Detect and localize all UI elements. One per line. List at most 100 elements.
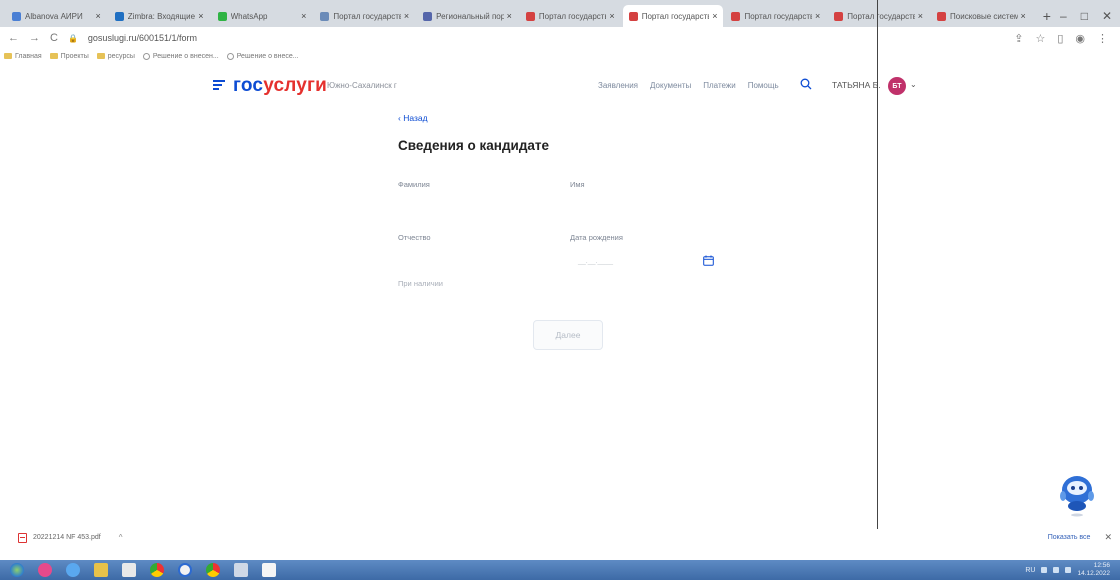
bookmark-item[interactable]: Решение о внесе... bbox=[226, 52, 299, 60]
downloads-shelf: 20221214 NF 453.pdf ^ Показать все ✕ bbox=[0, 529, 1120, 546]
bookmark-label: Главная bbox=[15, 52, 42, 60]
avatar[interactable]: БТ bbox=[888, 77, 906, 95]
tab-title: WhatsApp bbox=[230, 11, 268, 21]
close-icon[interactable]: ✕ bbox=[1104, 532, 1112, 543]
next-button[interactable]: Далее bbox=[533, 320, 603, 350]
browser-tab[interactable]: Портал государствен× bbox=[520, 5, 621, 27]
bookmark-item[interactable]: Решение о внесен... bbox=[142, 52, 219, 60]
share-icon[interactable]: ⇪ bbox=[1014, 32, 1023, 45]
tab-close-icon[interactable]: × bbox=[507, 11, 512, 21]
internet-explorer-icon[interactable] bbox=[66, 563, 80, 577]
tab-favicon-icon bbox=[525, 11, 535, 21]
back-arrow-icon[interactable]: ← bbox=[8, 32, 19, 44]
tab-title: Портал государственн bbox=[333, 11, 401, 21]
tab-close-icon[interactable]: × bbox=[198, 11, 203, 21]
tab-title: Портал государствен bbox=[744, 11, 812, 21]
nav-item-payments[interactable]: Платежи bbox=[703, 81, 735, 90]
tab-favicon-icon bbox=[731, 11, 741, 21]
globe-icon bbox=[142, 52, 150, 60]
browser-tab[interactable]: Портал государственн× bbox=[314, 5, 415, 27]
maximize-icon[interactable]: □ bbox=[1081, 9, 1088, 23]
tab-favicon-icon bbox=[937, 11, 947, 21]
bookmark-label: Решение о внесе... bbox=[236, 52, 299, 60]
page-title: Сведения о кандидате bbox=[398, 138, 550, 153]
sidebar-icon[interactable]: ▯ bbox=[1057, 32, 1063, 45]
app-window-icon[interactable] bbox=[234, 563, 248, 577]
birth-date-input[interactable]: __.__.____ bbox=[578, 258, 613, 265]
bookmark-item[interactable]: Проекты bbox=[49, 53, 89, 60]
site-header: госуслуги Южно-Сахалинск г Заявления Док… bbox=[0, 70, 1120, 100]
scan-line-artifact bbox=[877, 0, 878, 545]
search-icon[interactable] bbox=[800, 78, 812, 90]
main-nav: Заявления Документы Платежи Помощь bbox=[598, 81, 779, 90]
nav-item-applications[interactable]: Заявления bbox=[598, 81, 638, 90]
browser-icon[interactable] bbox=[178, 563, 192, 577]
hamburger-menu-icon[interactable] bbox=[213, 80, 225, 90]
volume-icon[interactable] bbox=[1065, 567, 1072, 573]
download-file-name[interactable]: 20221214 NF 453.pdf bbox=[33, 534, 101, 541]
flag-icon[interactable] bbox=[1053, 567, 1060, 573]
logo-part-gos: гос bbox=[233, 75, 264, 96]
tab-title: Поисковые системы bbox=[950, 11, 1018, 21]
tab-close-icon[interactable]: × bbox=[404, 11, 409, 21]
user-name[interactable]: ТАТЬЯНА Б. bbox=[832, 80, 881, 90]
chrome-icon[interactable] bbox=[150, 563, 164, 577]
browser-tab[interactable]: Albanova АИРИ × bbox=[6, 5, 107, 27]
tab-close-icon[interactable]: × bbox=[1021, 11, 1026, 21]
document-app-icon[interactable] bbox=[262, 563, 276, 577]
nav-item-documents[interactable]: Документы bbox=[650, 81, 691, 90]
network-icon[interactable] bbox=[1041, 567, 1048, 573]
tab-favicon-icon bbox=[217, 11, 227, 21]
profile-icon[interactable]: ◉ bbox=[1075, 32, 1085, 45]
bookmark-label: ресурсы bbox=[107, 52, 135, 60]
bookmarks-bar: Главная Проекты ресурсы Решение о внесен...… bbox=[0, 49, 1120, 63]
close-window-icon[interactable]: ✕ bbox=[1102, 9, 1112, 23]
back-link[interactable]: ‹ Назад bbox=[398, 113, 428, 123]
start-button-icon[interactable] bbox=[10, 563, 24, 577]
clock[interactable]: 12:56 14.12.2022 bbox=[1077, 562, 1110, 578]
browser-tab[interactable]: Региональный портал× bbox=[417, 5, 518, 27]
gosuslugi-logo[interactable]: госуслуги bbox=[233, 75, 327, 97]
show-all-downloads-link[interactable]: Показать все bbox=[1048, 534, 1091, 541]
new-tab-button[interactable]: + bbox=[1038, 7, 1056, 25]
tab-title: Портал государствен bbox=[641, 11, 710, 21]
birth-date-label: Дата рождения bbox=[570, 233, 623, 242]
robot-assistant-icon[interactable] bbox=[1057, 470, 1097, 518]
tab-close-icon[interactable]: × bbox=[96, 11, 101, 21]
nav-item-help[interactable]: Помощь bbox=[748, 81, 779, 90]
language-indicator[interactable]: RU bbox=[1025, 567, 1035, 574]
tab-favicon-icon bbox=[423, 11, 433, 21]
forward-arrow-icon[interactable]: → bbox=[29, 32, 40, 44]
folder-icon bbox=[96, 53, 105, 59]
address-bar[interactable]: gosuslugi.ru/600151/1/form bbox=[88, 33, 197, 43]
file-explorer-icon[interactable] bbox=[94, 563, 108, 577]
browser-tab[interactable]: Портал государствен× bbox=[725, 5, 826, 27]
tab-close-icon[interactable]: × bbox=[609, 11, 614, 21]
tab-title: Портал государствен bbox=[847, 11, 915, 21]
tab-close-icon[interactable]: × bbox=[815, 11, 820, 21]
browser-tab[interactable]: Портал государствен× bbox=[622, 5, 724, 27]
calendar-icon[interactable] bbox=[703, 255, 714, 266]
tab-close-icon[interactable]: × bbox=[918, 11, 923, 21]
reload-icon[interactable]: C bbox=[50, 32, 58, 44]
region-selector[interactable]: Южно-Сахалинск г bbox=[327, 81, 397, 90]
chevron-down-icon[interactable]: ⌄ bbox=[910, 80, 917, 89]
patronymic-hint: При наличии bbox=[398, 279, 443, 288]
tab-favicon-icon bbox=[628, 11, 638, 21]
media-player-icon[interactable] bbox=[122, 563, 136, 577]
browser-tab[interactable]: Zimbra: Входящие × bbox=[109, 5, 210, 27]
browser-tab[interactable]: Поисковые системы× bbox=[931, 5, 1032, 27]
tab-close-icon[interactable]: × bbox=[712, 11, 717, 21]
browser-tab[interactable]: WhatsApp × bbox=[212, 5, 313, 27]
bookmark-item[interactable]: Главная bbox=[4, 53, 42, 60]
bookmark-item[interactable]: ресурсы bbox=[96, 52, 135, 60]
minimize-icon[interactable]: – bbox=[1060, 9, 1067, 23]
lock-icon[interactable]: 🔒 bbox=[68, 34, 78, 43]
kebab-menu-icon[interactable]: ⋮ bbox=[1097, 32, 1108, 45]
chevron-up-icon[interactable]: ^ bbox=[119, 533, 123, 542]
chrome-icon-2[interactable] bbox=[206, 563, 220, 577]
tab-close-icon[interactable]: × bbox=[301, 11, 306, 21]
app-icon[interactable] bbox=[38, 563, 52, 577]
browser-tab[interactable]: Портал государствен× bbox=[828, 5, 929, 27]
star-icon[interactable]: ☆ bbox=[1035, 32, 1045, 45]
